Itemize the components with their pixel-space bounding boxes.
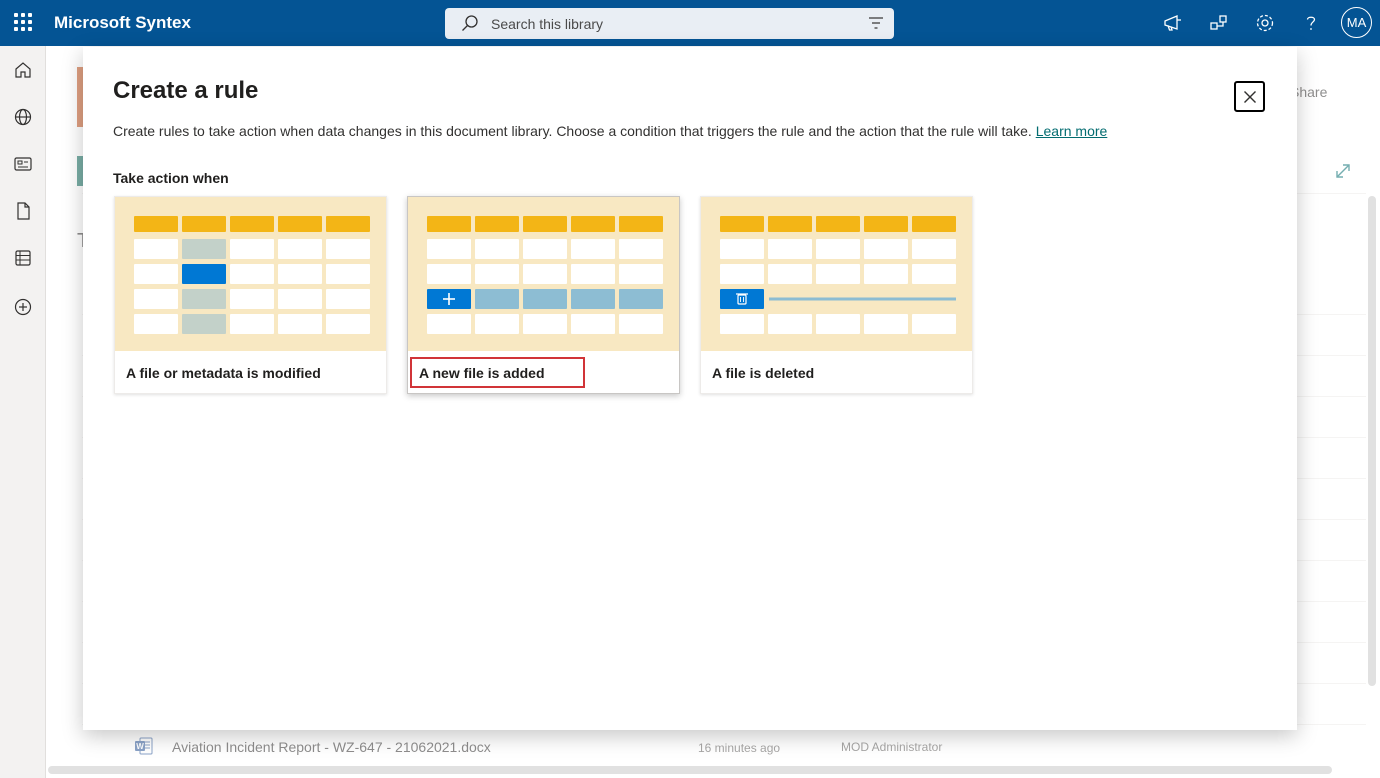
app-title[interactable]: Microsoft Syntex <box>54 13 191 33</box>
share-network-icon[interactable] <box>1208 12 1230 34</box>
close-button[interactable] <box>1234 81 1265 112</box>
option-label: A new file is added <box>419 365 545 381</box>
option-label: A file or metadata is modified <box>126 365 321 381</box>
option-card-added[interactable]: A new file is added <box>407 196 680 394</box>
globe-icon[interactable] <box>13 107 33 127</box>
deleted-illustration <box>701 197 972 351</box>
document-icon[interactable] <box>13 201 33 221</box>
news-icon[interactable] <box>13 154 33 174</box>
user-avatar[interactable]: MA <box>1341 7 1372 38</box>
list-icon[interactable] <box>13 248 33 268</box>
option-card-deleted[interactable]: A file is deleted <box>700 196 973 394</box>
add-circle-icon[interactable] <box>13 297 33 317</box>
home-icon[interactable] <box>13 60 33 80</box>
learn-more-link[interactable]: Learn more <box>1036 123 1108 139</box>
added-illustration <box>408 197 679 351</box>
dialog-title: Create a rule <box>113 77 259 104</box>
modified-illustration <box>115 197 386 351</box>
filter-icon[interactable] <box>868 16 884 30</box>
description-text: Create rules to take action when data ch… <box>113 123 1032 139</box>
megaphone-icon[interactable] <box>1162 12 1184 34</box>
help-icon[interactable] <box>1300 12 1322 34</box>
close-icon <box>1243 90 1256 103</box>
settings-gear-icon[interactable] <box>1254 12 1276 34</box>
search-box[interactable] <box>445 8 894 39</box>
search-icon <box>462 15 478 31</box>
left-app-bar <box>0 46 46 778</box>
option-label: A file is deleted <box>712 365 815 381</box>
search-input[interactable] <box>491 13 851 34</box>
app-launcher-icon[interactable] <box>12 11 34 33</box>
section-label: Take action when <box>113 170 229 186</box>
suite-bar: Microsoft Syntex MA <box>0 0 1380 46</box>
create-rule-dialog: Create a rule Create rules to take actio… <box>83 47 1297 730</box>
option-card-modified[interactable]: A file or metadata is modified <box>114 196 387 394</box>
dialog-description: Create rules to take action when data ch… <box>113 123 1107 139</box>
